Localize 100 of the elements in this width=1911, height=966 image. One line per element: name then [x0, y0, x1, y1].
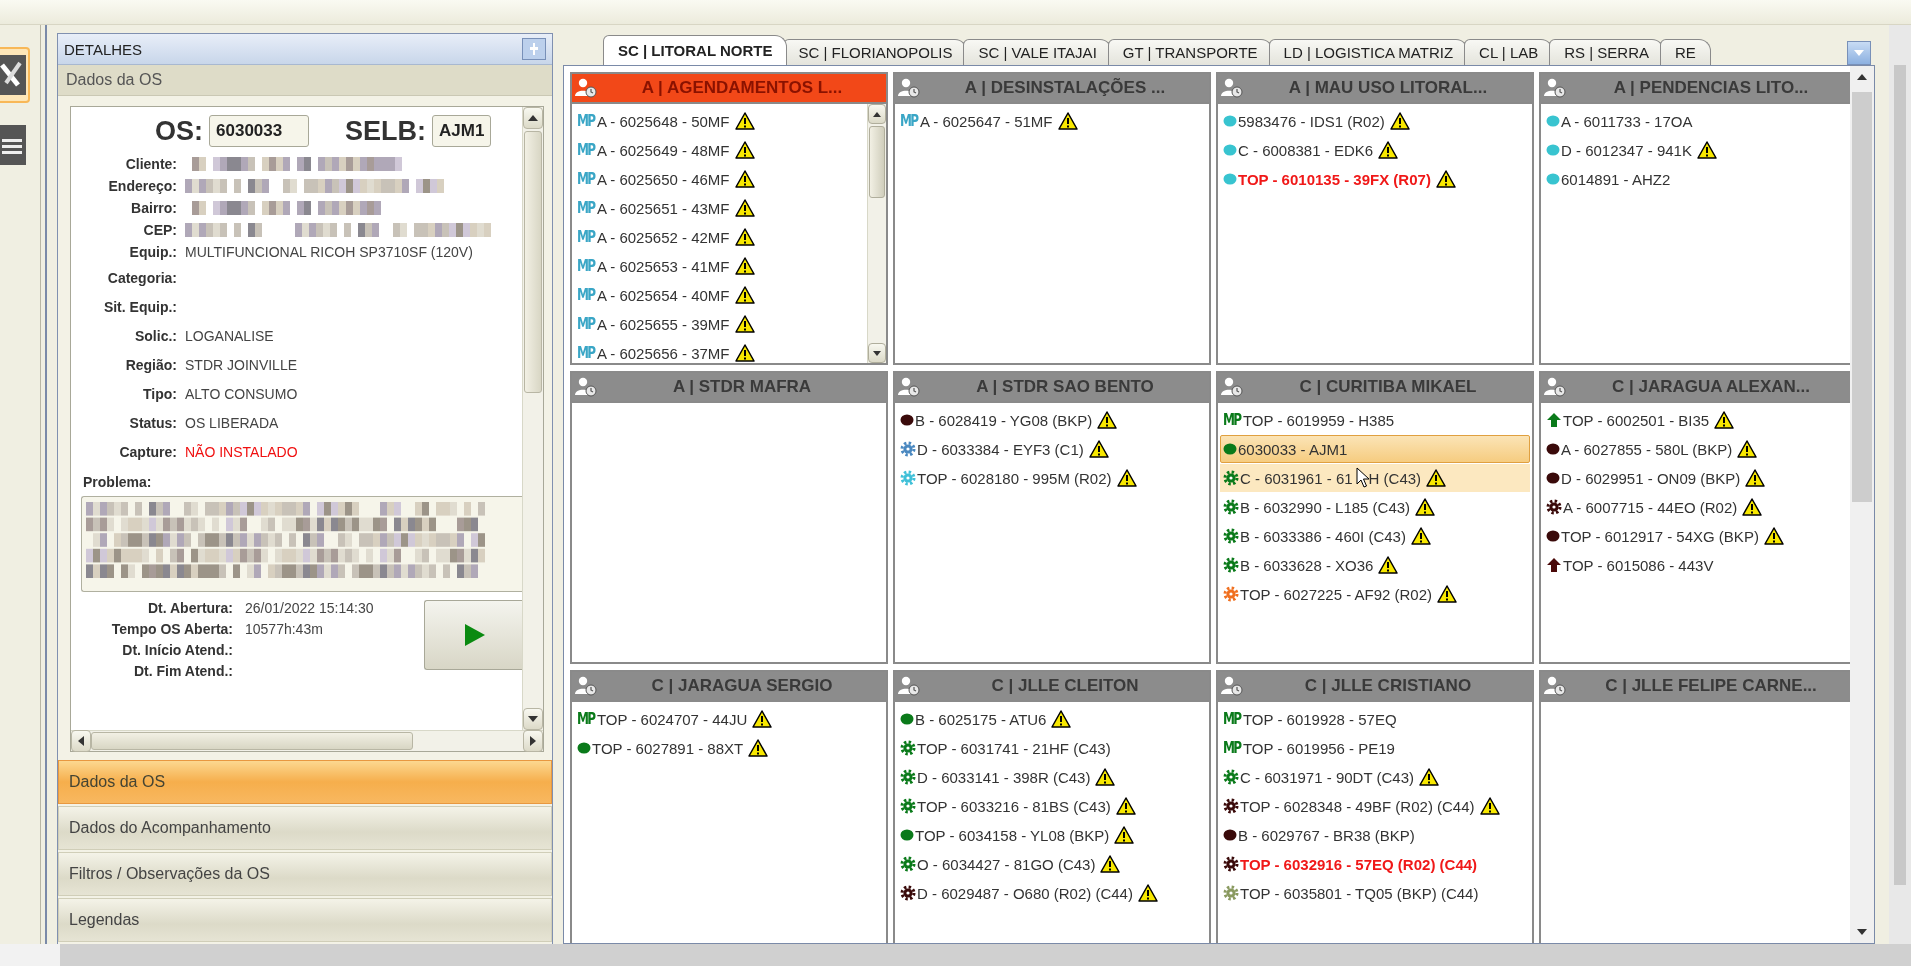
card-title: A | STDR SAO BENTO — [975, 377, 1155, 397]
work-order-row[interactable]: C - 6031961 - 61 H (C43) — [1220, 464, 1530, 492]
card-title: C | JLLE FELIPE CARNE... — [1604, 676, 1818, 696]
work-order-row[interactable]: MPA - 6025649 - 48MF — [574, 136, 865, 164]
field-label: Solic.: — [134, 326, 177, 346]
work-order-text: A - 6007715 - 44EO (R02) — [1563, 498, 1738, 516]
work-order-row[interactable]: TOP - 6032916 - 57EQ (R02) (C44) — [1220, 850, 1530, 878]
work-order-row[interactable]: B - 6033386 - 460I (C43) — [1220, 522, 1530, 550]
work-order-text: 5983476 - IDS1 (R02) — [1238, 112, 1385, 130]
region-tab[interactable]: RE — [1660, 39, 1711, 65]
work-order-row[interactable]: MPA - 6025647 - 51MF — [897, 107, 1207, 135]
work-order-row[interactable]: TOP - 6002501 - BI35 — [1543, 406, 1850, 434]
work-order-row[interactable]: MPA - 6025654 - 40MF — [574, 281, 865, 309]
work-order-text: B - 6033628 - XO36 — [1240, 556, 1374, 574]
work-order-row[interactable]: B - 6028419 - YG08 (BKP) — [897, 406, 1207, 434]
work-order-row[interactable]: TOP - 6012917 - 54XG (BKP) — [1543, 522, 1850, 550]
work-order-row[interactable]: MPA - 6025651 - 43MF — [574, 194, 865, 222]
work-order-row[interactable]: TOP - 6010135 - 39FX (R07) — [1220, 165, 1530, 193]
work-order-row[interactable]: MPTOP - 6019956 - PE19 — [1220, 734, 1530, 762]
work-order-row[interactable]: TOP - 6035801 - TQ05 (BKP) (C44) — [1220, 879, 1530, 907]
field-value: NÃO INSTALADO — [185, 443, 298, 460]
work-order-text: A - 6025649 - 48MF — [596, 141, 730, 159]
work-order-row[interactable]: TOP - 6028180 - 995M (R02) — [897, 464, 1207, 492]
work-order-text: C - 6008381 - EDK6 — [1238, 141, 1374, 159]
work-order-row[interactable]: MPA - 6025650 - 46MF — [574, 165, 865, 193]
work-order-row[interactable]: TOP - 6033216 - 81BS (C43) — [897, 792, 1207, 820]
work-order-row[interactable]: B - 6029767 - BR38 (BKP) — [1220, 821, 1530, 849]
work-order-row[interactable]: B - 6032990 - L185 (C43) — [1220, 493, 1530, 521]
field-value: OS LIBERADA — [185, 414, 279, 431]
work-order-row[interactable]: B - 6033628 - XO36 — [1220, 551, 1530, 579]
work-order-text: TOP - 6015086 - 443V — [1563, 556, 1714, 574]
work-order-row[interactable]: D - 6029487 - O680 (R02) (C44) — [897, 879, 1207, 907]
region-tab[interactable]: SC | LITORAL NORTE — [603, 35, 788, 65]
accordion-item[interactable]: Dados da OS — [58, 760, 552, 804]
accordion-item[interactable]: Filtros / Observações da OS — [58, 852, 552, 896]
field-label: CEP: — [142, 221, 177, 240]
work-order-row[interactable]: MPTOP - 6019959 - H385 — [1220, 406, 1530, 434]
work-order-row[interactable]: TOP - 6027891 - 88XT — [574, 734, 884, 762]
work-order-row[interactable]: A - 6011733 - 17OA — [1543, 107, 1850, 135]
mp-tag: MP — [1223, 739, 1241, 757]
field-label: Endereço: — [107, 177, 177, 196]
work-order-row[interactable]: D - 6033384 - EYF3 (C1) — [897, 435, 1207, 463]
os-field[interactable]: 6030033 — [209, 115, 309, 147]
work-order-text: TOP - 6019956 - PE19 — [1242, 739, 1395, 757]
work-order-text: H (C43) — [1368, 469, 1422, 487]
work-order-text: A - 6027855 - 580L (BKP) — [1561, 440, 1733, 458]
date-label: Dt. Fim Atend.: — [132, 663, 233, 679]
work-order-row[interactable]: MPA - 6025655 - 39MF — [574, 310, 865, 338]
work-order-row[interactable]: 6014891 - AHZ2 — [1543, 165, 1850, 193]
work-order-row[interactable]: TOP - 6034158 - YL08 (BKP) — [897, 821, 1207, 849]
field-value: ALTO CONSUMO — [185, 385, 298, 402]
work-order-row[interactable]: TOP - 6027225 - AF92 (R02) — [1220, 580, 1530, 608]
work-order-text: B - 6028419 - YG08 (BKP) — [915, 411, 1093, 429]
work-order-text: A - 6025653 - 41MF — [596, 257, 730, 275]
work-order-row[interactable]: D - 6012347 - 941K — [1543, 136, 1850, 164]
accordion-item[interactable]: Dados do Acompanhamento — [58, 806, 552, 850]
work-order-text: B - 6029767 - BR38 (BKP) — [1238, 826, 1415, 844]
work-order-row[interactable]: MPA - 6025652 - 42MF — [574, 223, 865, 251]
work-order-row[interactable]: 6030033 - AJM1 — [1220, 435, 1530, 463]
work-order-text: D - 6033141 - 398R (C43) — [917, 768, 1091, 786]
date-value: 10577h:43m — [245, 621, 324, 637]
os-label: OS: — [155, 115, 203, 147]
work-order-row[interactable]: D - 6029951 - ON09 (BKP) — [1543, 464, 1850, 492]
work-order-text: TOP - 6024707 - 44JU — [596, 710, 748, 728]
field-label: Categoria: — [106, 268, 177, 288]
mp-tag: MP — [577, 141, 595, 159]
problem-label: Problema: — [83, 474, 153, 490]
work-order-row[interactable]: MPA - 6025653 - 41MF — [574, 252, 865, 280]
card-title: A | PENDENCIAS LITO... — [1612, 78, 1810, 98]
work-order-row[interactable]: 5983476 - IDS1 (R02) — [1220, 107, 1530, 135]
work-order-row[interactable]: D - 6033141 - 398R (C43) — [897, 763, 1207, 791]
work-order-row[interactable]: A - 6007715 - 44EO (R02) — [1543, 493, 1850, 521]
field-label: Status: — [128, 413, 177, 433]
work-order-text: TOP - 6027891 - 88XT — [592, 739, 744, 757]
work-order-row[interactable]: MPA - 6025656 - 37MF — [574, 339, 865, 363]
work-order-row[interactable]: C - 6008381 - EDK6 — [1220, 136, 1530, 164]
work-order-row[interactable]: A - 6027855 - 580L (BKP) — [1543, 435, 1850, 463]
work-order-row[interactable]: TOP - 6031741 - 21HF (C43) — [897, 734, 1207, 762]
field-value: MULTIFUNCIONAL RICOH SP3710SF (120V) — [185, 244, 473, 260]
work-order-text: TOP - 6010135 - 39FX (R07) — [1238, 170, 1431, 188]
card-title: A | MAU USO LITORAL... — [1287, 78, 1489, 98]
work-order-text: TOP - 6035801 - TQ05 (BKP) (C44) — [1240, 884, 1479, 902]
field-label: Região: — [124, 355, 177, 375]
selb-field[interactable]: AJM1 — [432, 115, 492, 147]
work-order-text: 6014891 - AHZ2 — [1561, 170, 1671, 188]
field-value: LOGANALISE — [185, 327, 274, 344]
work-order-text: D - 6012347 - 941K — [1561, 141, 1692, 159]
work-order-row[interactable]: O - 6034427 - 81GO (C43) — [897, 850, 1207, 878]
work-order-row[interactable]: MPTOP - 6024707 - 44JU — [574, 705, 884, 733]
work-order-row[interactable]: MPTOP - 6019928 - 57EQ — [1220, 705, 1530, 733]
work-order-row[interactable]: C - 6031971 - 90DT (C43) — [1220, 763, 1530, 791]
work-order-text: D - 6033384 - EYF3 (C1) — [917, 440, 1084, 458]
card-title: C | JARAGUA ALEXAN... — [1610, 377, 1812, 397]
work-order-row[interactable]: B - 6025175 - ATU6 — [897, 705, 1207, 733]
work-order-row[interactable]: TOP - 6015086 - 443V — [1543, 551, 1850, 579]
date-label: Dt. Início Atend.: — [121, 642, 233, 658]
accordion-item[interactable]: Legendas — [58, 898, 552, 942]
work-order-row[interactable]: TOP - 6028348 - 49BF (R02) (C44) — [1220, 792, 1530, 820]
mp-tag: MP — [577, 199, 595, 217]
work-order-row[interactable]: MPA - 6025648 - 50MF — [574, 107, 865, 135]
